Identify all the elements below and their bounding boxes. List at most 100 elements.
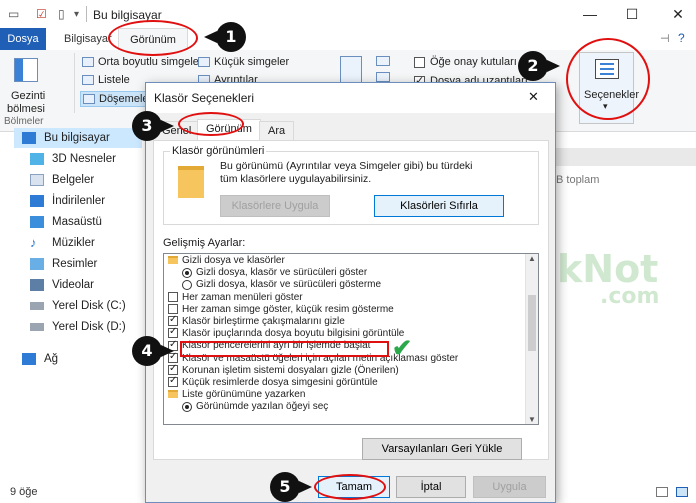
quick-access-dropdown-icon[interactable]: ▾ xyxy=(74,9,79,20)
sort-icon[interactable] xyxy=(340,56,362,84)
minimize-button[interactable]: — xyxy=(576,4,604,24)
nav-item-label: Ağ xyxy=(44,353,59,365)
annotation-pointer-3 xyxy=(161,120,174,132)
nav-item-documents[interactable]: Belgeler xyxy=(30,170,94,190)
advanced-setting-label: Klasör birleştirme çakışmalarını gizle xyxy=(182,315,345,327)
picture-icon xyxy=(30,257,44,270)
dialog-title: Klasör Seçenekleri xyxy=(154,91,255,105)
advanced-setting-label: Gizli dosya, klasör ve sürücüleri göster xyxy=(196,267,368,279)
annotation-pointer-4 xyxy=(161,345,174,357)
download-icon xyxy=(30,194,44,207)
advanced-setting-row[interactable]: Görünümde yazılan öğeyi seç xyxy=(168,401,518,413)
nav-item-3d-objects[interactable]: 3D Nesneler xyxy=(30,149,116,169)
ribbon-divider xyxy=(74,53,75,113)
video-icon xyxy=(30,278,44,291)
checkbox[interactable] xyxy=(168,291,178,302)
advanced-setting-row[interactable]: Her zaman simge göster, küçük resim göst… xyxy=(168,304,518,316)
properties-icon[interactable]: ☑ xyxy=(36,7,47,21)
annotation-circle-options xyxy=(566,38,650,120)
restore-defaults-button[interactable]: Varsayılanları Geri Yükle xyxy=(362,438,522,460)
tab-file[interactable]: Dosya xyxy=(0,28,46,51)
nav-item-downloads[interactable]: İndirilenler xyxy=(30,191,105,211)
folder-views-group: Klasör görünümleri Bu görünümü (Ayrıntıl… xyxy=(163,145,539,225)
group-by-icon[interactable] xyxy=(376,56,390,66)
add-columns-icon[interactable] xyxy=(376,72,390,82)
nav-item-desktop[interactable]: Masaüstü xyxy=(30,212,102,232)
tiles-view-icon[interactable] xyxy=(676,487,688,497)
maximize-button[interactable]: ☐ xyxy=(618,4,646,24)
nav-item-label: Müzikler xyxy=(52,237,95,249)
layout-small-icons[interactable]: Küçük simgeler xyxy=(198,56,289,68)
radio-button[interactable] xyxy=(182,279,192,290)
close-window-button[interactable]: ✕ xyxy=(664,4,692,24)
nav-item-label: Yerel Disk (C:) xyxy=(52,300,126,312)
network-icon xyxy=(22,352,36,365)
title-bar: ▭ ☑ ▯ ▾ Bu bilgisayar — ☐ ✕ xyxy=(0,0,696,30)
nav-item-label: Resimler xyxy=(52,258,98,270)
item-checkboxes-toggle[interactable]: Öğe onay kutuları xyxy=(414,56,517,68)
nav-item-drive-d[interactable]: Yerel Disk (D:) xyxy=(30,317,126,337)
drive-icon xyxy=(30,301,44,310)
music-icon: ♪ xyxy=(30,234,37,250)
tab-search[interactable]: Ara xyxy=(259,121,295,141)
nav-item-label: 3D Nesneler xyxy=(52,153,116,165)
advanced-settings-scrollbar[interactable]: ▲ ▼ xyxy=(525,254,538,424)
drive-icon xyxy=(30,322,44,331)
radio-button[interactable] xyxy=(182,401,192,412)
advanced-setting-row[interactable]: Klasör ipuçlarında dosya boyutu bilgisin… xyxy=(168,326,518,340)
scroll-thumb[interactable] xyxy=(528,295,536,351)
annotation-pointer-2 xyxy=(547,60,560,72)
annotation-highlight-box xyxy=(180,341,389,357)
dialog-close-button[interactable]: ✕ xyxy=(528,89,539,105)
nav-item-music[interactable]: ♪ Müzikler xyxy=(30,233,95,253)
advanced-setting-row[interactable]: Korunan işletim sistemi dosyaları gizle … xyxy=(168,363,518,377)
apply-button[interactable]: Uygula xyxy=(473,476,546,498)
nav-item-label: Bu bilgisayar xyxy=(44,132,110,144)
nav-item-this-pc[interactable]: Bu bilgisayar xyxy=(14,128,142,148)
green-check-icon: ✔ xyxy=(392,335,413,362)
watermark-domain: .com xyxy=(600,284,660,309)
new-folder-icon[interactable]: ▯ xyxy=(58,7,65,21)
folder-views-label: Klasör görünümleri xyxy=(170,145,267,157)
layout-list-label: Listele xyxy=(98,74,130,86)
advanced-setting-row[interactable]: Klasör birleştirme çakışmalarını gizle xyxy=(168,314,518,328)
advanced-setting-row[interactable]: Her zaman menüleri göster xyxy=(168,292,518,304)
pin-icon[interactable]: ⊣ xyxy=(660,32,670,45)
tab-computer[interactable]: Bilgisayar xyxy=(64,28,112,51)
apply-to-folders-button[interactable]: Klasörlere Uygula xyxy=(220,195,330,217)
navigation-pane-button[interactable]: Gezinti bölmesi xyxy=(6,56,46,124)
item-checkboxes-checkbox[interactable] xyxy=(414,56,425,68)
nav-item-videos[interactable]: Videolar xyxy=(30,275,94,295)
checkbox[interactable] xyxy=(168,304,178,315)
folder-icon: ▭ xyxy=(8,7,20,21)
advanced-setting-row[interactable]: Küçük resimlerde dosya simgesini görüntü… xyxy=(168,375,518,389)
advanced-setting-row[interactable]: Gizli dosya, klasör ve sürücüleri göster xyxy=(168,267,518,279)
scroll-down-icon[interactable]: ▼ xyxy=(526,415,538,424)
nav-pane-label-1: Gezinti xyxy=(11,90,46,102)
annotation-pointer-1 xyxy=(204,31,217,43)
nav-item-label: Masaüstü xyxy=(52,216,102,228)
advanced-settings-list[interactable]: Gizli dosya ve klasörler Gizli dosya, kla… xyxy=(163,253,539,425)
annotation-number-5: 5 xyxy=(270,472,300,502)
layout-list[interactable]: Listele xyxy=(82,74,130,86)
layout-medium-icons[interactable]: Orta boyutlu simgeler xyxy=(82,56,203,68)
nav-item-label: Yerel Disk (D:) xyxy=(52,321,126,333)
item-checkboxes-label: Öğe onay kutuları xyxy=(430,56,517,68)
computer-icon xyxy=(22,131,36,144)
nav-item-network[interactable]: Ağ xyxy=(22,349,58,369)
checkbox[interactable] xyxy=(168,314,178,326)
advanced-setting-label: Korunan işletim sistemi dosyaları gizle … xyxy=(182,364,399,376)
checkbox[interactable] xyxy=(168,326,178,339)
advanced-setting-row[interactable]: Gizli dosya, klasör ve sürücüleri göster… xyxy=(168,279,518,291)
checkbox[interactable] xyxy=(168,363,178,375)
annotation-circle-ok xyxy=(314,474,386,500)
help-icon[interactable]: ? xyxy=(678,31,685,45)
nav-item-pictures[interactable]: Resimler xyxy=(30,254,97,274)
nav-item-drive-c[interactable]: Yerel Disk (C:) xyxy=(30,296,126,316)
scroll-up-icon[interactable]: ▲ xyxy=(526,254,538,263)
checkbox[interactable] xyxy=(168,375,178,387)
radio-button[interactable] xyxy=(182,267,192,278)
details-view-icon[interactable] xyxy=(656,487,668,497)
cancel-button[interactable]: İptal xyxy=(396,476,466,498)
reset-folders-button[interactable]: Klasörleri Sıfırla xyxy=(374,195,504,217)
